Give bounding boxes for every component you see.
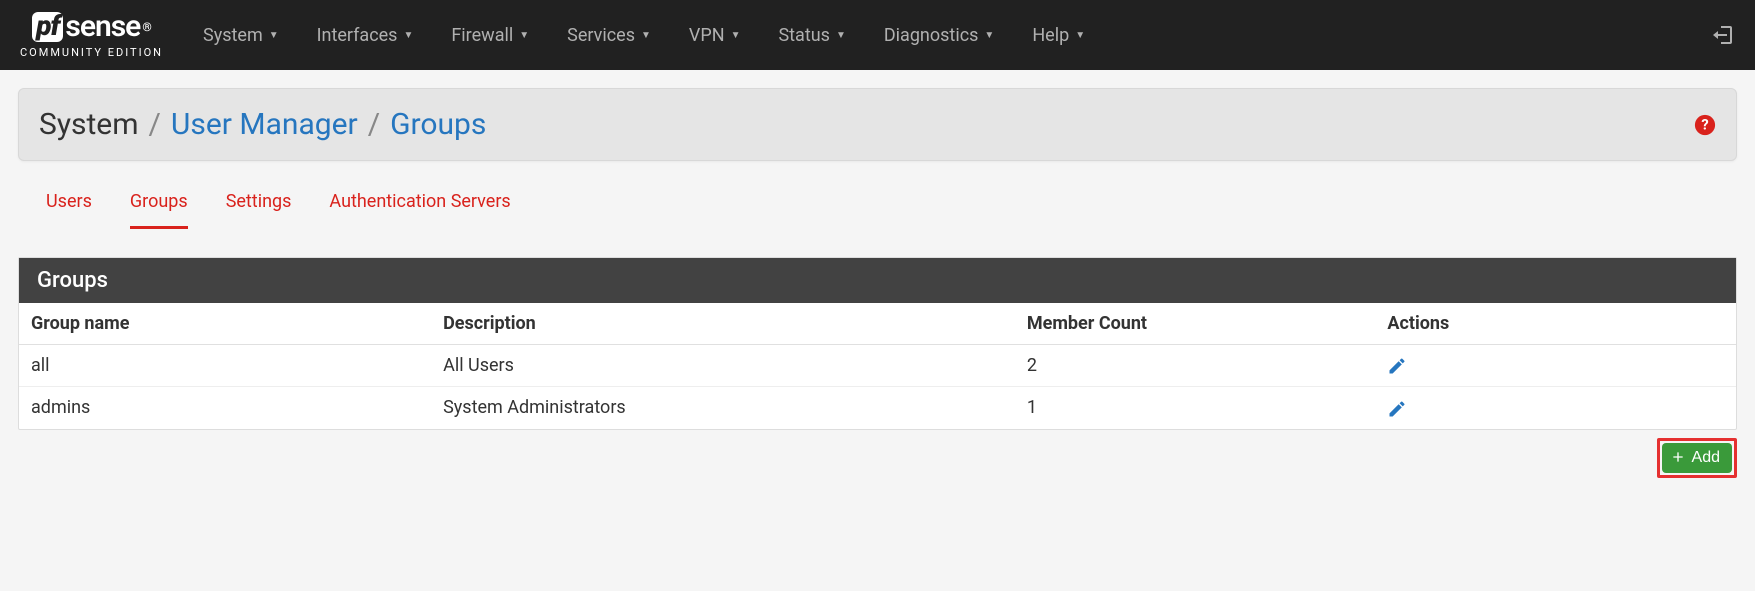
logo-pf: pf [32,12,63,42]
cell-description: System Administrators [431,387,1015,429]
caret-down-icon: ▼ [403,30,413,41]
caret-down-icon: ▼ [641,30,651,41]
cell-group-name: admins [19,387,431,429]
tab-users[interactable]: Users [46,191,92,229]
table-row: all All Users 2 [19,345,1736,387]
cell-member-count: 2 [1015,345,1376,387]
caret-down-icon: ▼ [836,30,846,41]
pencil-icon[interactable] [1387,355,1407,376]
col-actions: Actions [1375,303,1736,345]
nav-status[interactable]: Status ▼ [778,25,845,46]
nav-help[interactable]: Help ▼ [1032,25,1085,46]
nav-system[interactable]: System ▼ [203,25,279,46]
navbar-left: pfsense® COMMUNITY EDITION System ▼ Inter… [20,12,1085,59]
nav-diagnostics[interactable]: Diagnostics ▼ [884,25,994,46]
svg-text:?: ? [1701,115,1708,133]
breadcrumb-user-manager[interactable]: User Manager [171,107,358,142]
cell-actions [1375,345,1736,387]
table-header-row: Group name Description Member Count Acti… [19,303,1736,345]
nav-vpn[interactable]: VPN ▼ [689,25,741,46]
caret-down-icon: ▼ [269,30,279,41]
help-icon[interactable]: ? [1694,113,1716,135]
pencil-icon[interactable] [1387,397,1407,418]
col-group-name: Group name [19,303,431,345]
nav-services[interactable]: Services ▼ [567,25,651,46]
caret-down-icon: ▼ [1075,30,1085,41]
table-row: admins System Administrators 1 [19,387,1736,429]
panel-title: Groups [19,258,1736,303]
breadcrumb: System / User Manager / Groups [39,107,486,142]
breadcrumb-root: System [39,107,139,142]
caret-down-icon: ▼ [984,30,994,41]
nav-label: Diagnostics [884,25,979,46]
registered-icon: ® [142,21,150,33]
tab-settings[interactable]: Settings [226,191,292,229]
logo-main: pfsense® [32,12,151,42]
nav-interfaces[interactable]: Interfaces ▼ [317,25,414,46]
plus-icon [1670,449,1686,467]
tab-groups[interactable]: Groups [130,191,188,229]
caret-down-icon: ▼ [731,30,741,41]
nav-firewall[interactable]: Firewall ▼ [451,25,529,46]
caret-down-icon: ▼ [519,30,529,41]
nav-label: Firewall [451,25,513,46]
logo-brand: sense [65,12,140,42]
breadcrumb-separator: / [149,107,161,142]
logo[interactable]: pfsense® COMMUNITY EDITION [20,12,163,59]
breadcrumb-groups[interactable]: Groups [390,107,486,142]
nav-label: VPN [689,25,725,46]
content-area: System / User Manager / Groups ? Users G… [0,70,1755,496]
nav-label: Interfaces [317,25,398,46]
cell-description: All Users [431,345,1015,387]
logo-subtitle: COMMUNITY EDITION [20,46,163,59]
add-button[interactable]: Add [1662,443,1732,473]
cell-member-count: 1 [1015,387,1376,429]
nav-label: System [203,25,263,46]
add-button-highlight: Add [1657,438,1737,478]
nav-label: Services [567,25,635,46]
nav-items: System▼ Interfaces▼ Firewall▼ Services▼ … [203,25,1085,46]
breadcrumb-panel: System / User Manager / Groups ? [18,88,1737,161]
col-description: Description [431,303,1015,345]
cell-actions [1375,387,1736,429]
nav-label: Help [1032,25,1069,46]
tab-auth-servers[interactable]: Authentication Servers [329,191,510,229]
tabs: Users Groups Settings Authentication Ser… [18,161,1737,229]
add-button-label: Add [1692,449,1720,467]
add-button-row: Add [18,438,1737,478]
top-navbar: pfsense® COMMUNITY EDITION System ▼ Inter… [0,0,1755,70]
logout-icon[interactable] [1711,23,1735,47]
groups-panel: Groups Group name Description Member Cou… [18,257,1737,430]
breadcrumb-separator: / [368,107,380,142]
groups-table: Group name Description Member Count Acti… [19,303,1736,429]
col-member-count: Member Count [1015,303,1376,345]
cell-group-name: all [19,345,431,387]
nav-label: Status [778,25,829,46]
